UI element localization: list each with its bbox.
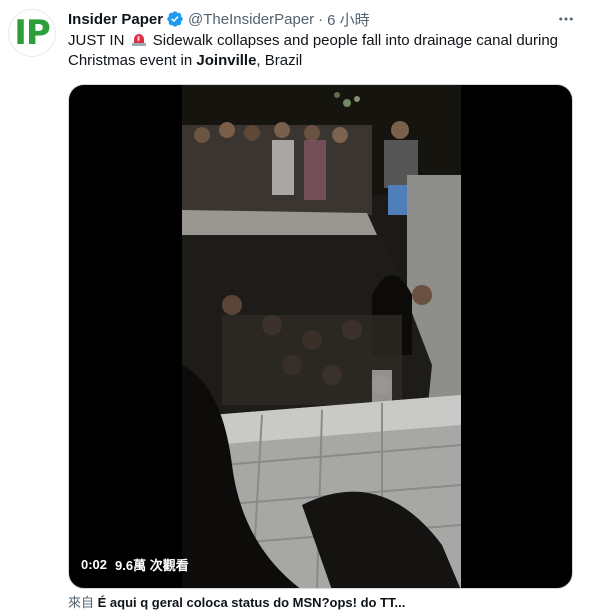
tweet-text-lead: JUST IN — [68, 32, 125, 49]
video-player[interactable]: 0:02 9.6萬 次觀看 — [68, 84, 573, 589]
video-info: 0:02 9.6萬 次觀看 — [81, 555, 189, 574]
tweet[interactable]: IP Insider Paper @TheInsiderPaper · 6 小時… — [0, 0, 590, 610]
siren-emoji-icon — [131, 31, 147, 47]
video-view-count: 9.6萬 次觀看 — [115, 558, 189, 573]
more-options-icon[interactable] — [556, 9, 576, 29]
author-handle[interactable]: @TheInsiderPaper — [188, 11, 314, 28]
video-frame — [182, 85, 461, 588]
tweet-source: 來自 É aqui q geral coloca status do MSN?o… — [68, 592, 405, 611]
source-app-link[interactable]: É aqui q geral coloca status do MSN?ops!… — [98, 595, 406, 610]
avatar[interactable]: IP — [8, 9, 56, 57]
video-still — [182, 85, 461, 588]
source-prefix: 來自 — [68, 595, 95, 610]
timestamp[interactable]: 6 小時 — [327, 9, 370, 30]
tweet-header: Insider Paper @TheInsiderPaper · 6 小時 — [68, 8, 576, 30]
avatar-logo: IP — [14, 13, 51, 53]
tweet-text: JUST IN Sidewalk collapses and people fa… — [68, 31, 568, 71]
separator-dot: · — [318, 10, 324, 28]
verified-badge-icon — [166, 10, 184, 28]
author-name[interactable]: Insider Paper — [68, 11, 163, 28]
video-elapsed-time: 0:02 — [81, 557, 108, 572]
tweet-text-place: Joinville — [196, 52, 257, 69]
tweet-text-tail: , Brazil — [256, 52, 303, 69]
